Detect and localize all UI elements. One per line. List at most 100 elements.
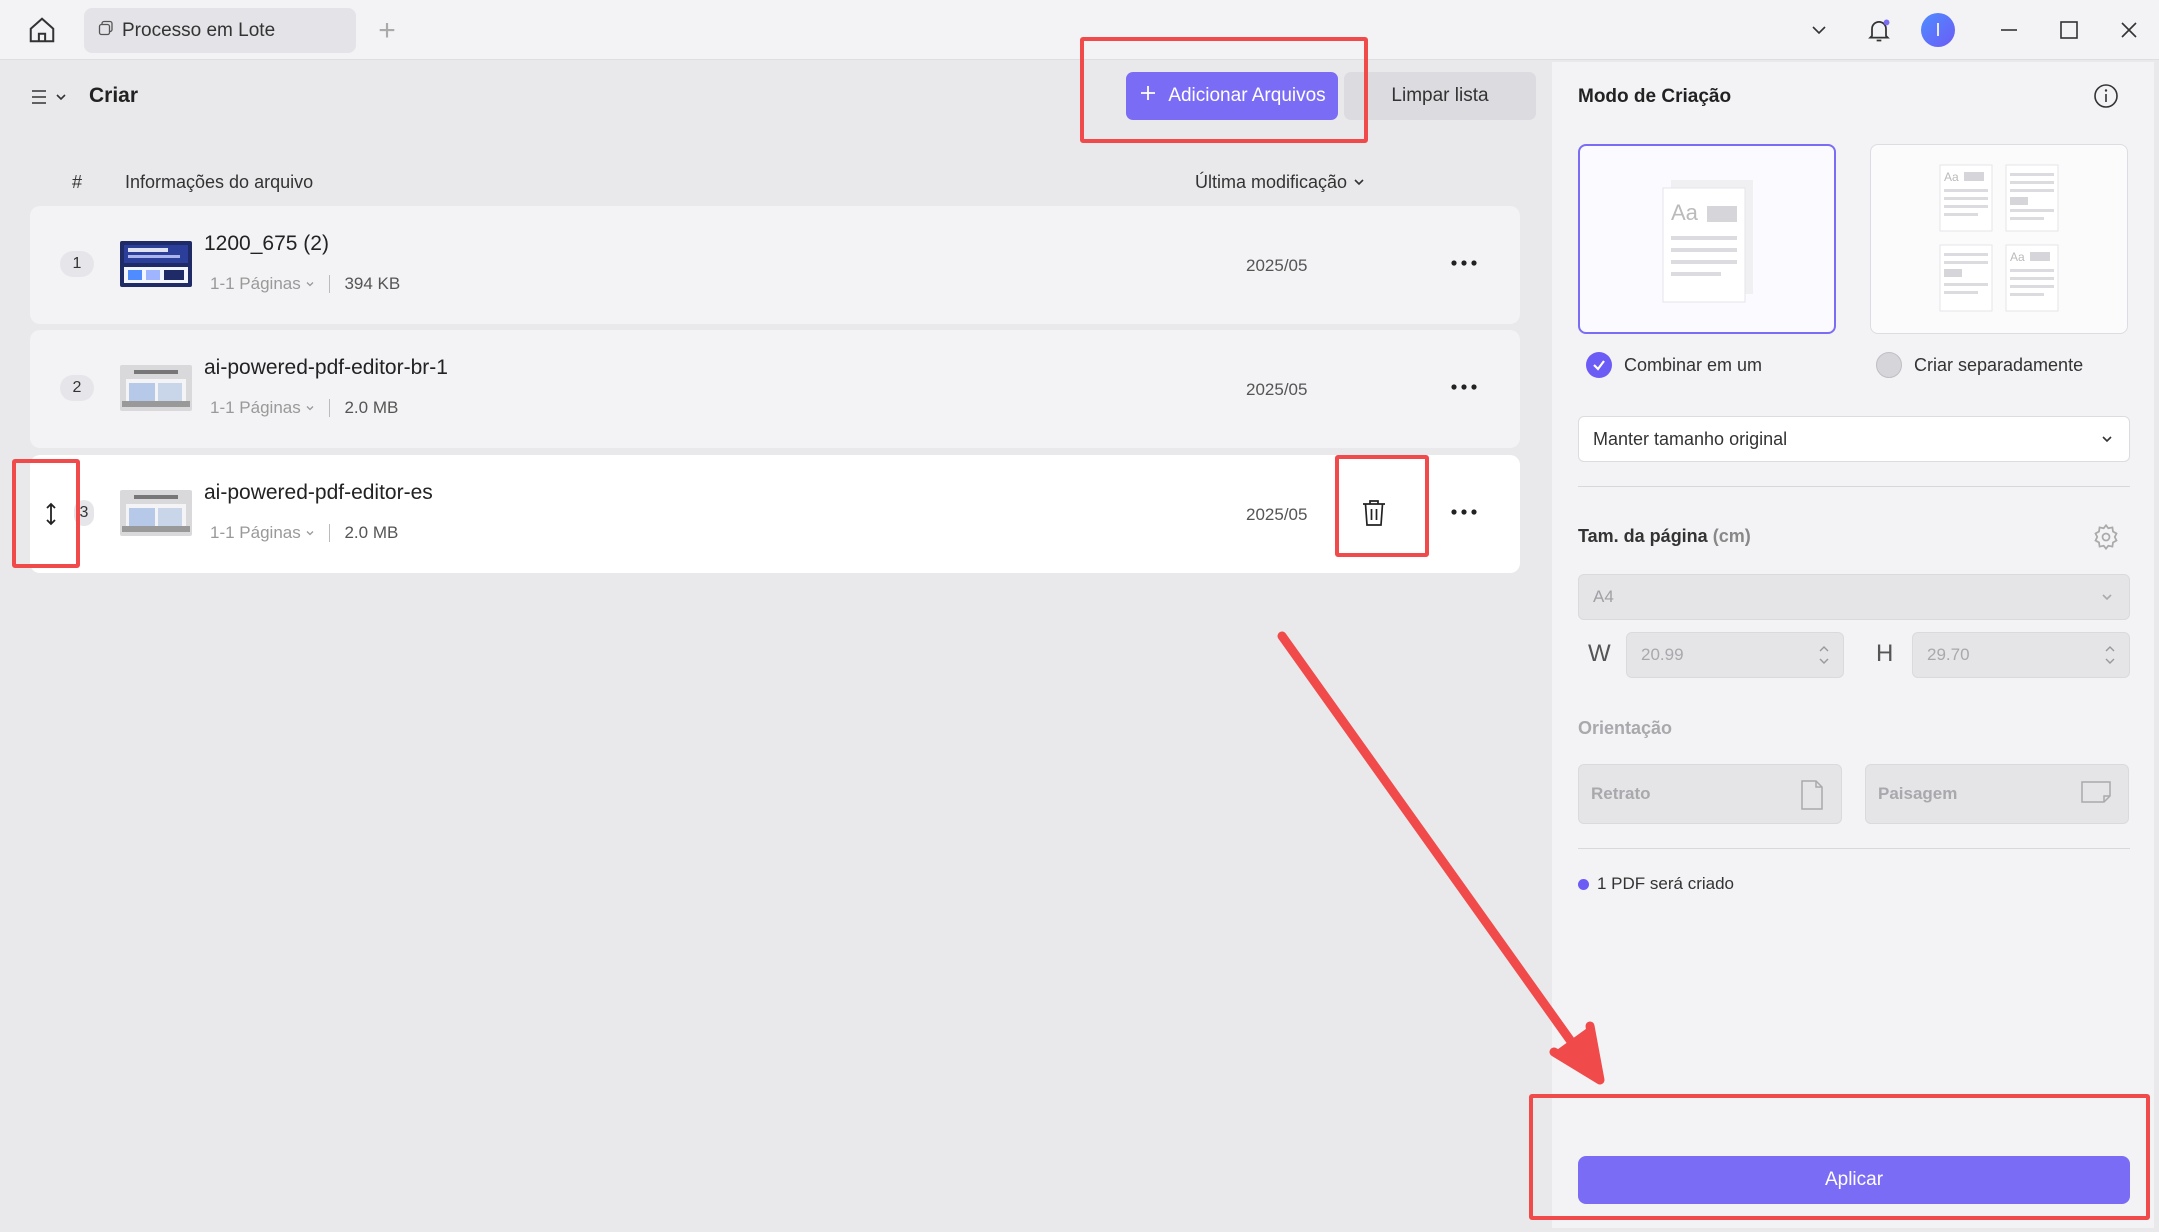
multiple-documents-icon: Aa Aa	[1939, 164, 2059, 312]
hamburger-icon	[30, 87, 50, 112]
file-row[interactable]: 1 1200_675 (2) 1-1 Páginas 394 KB 2025/0…	[30, 206, 1520, 324]
list-header: # Informações do arquivo Última modifica…	[30, 162, 1530, 202]
width-input[interactable]: 20.99	[1626, 632, 1844, 678]
page-size-value: A4	[1593, 587, 1614, 606]
separator	[329, 399, 331, 417]
single-document-icon: Aa	[1662, 180, 1753, 303]
file-name: 1200_675 (2)	[204, 232, 329, 255]
stepper-icon	[1819, 646, 1829, 664]
page-size-select[interactable]: A4	[1578, 574, 2130, 620]
plus-icon[interactable]: +	[370, 14, 404, 48]
clear-list-button[interactable]: Limpar lista	[1344, 72, 1536, 120]
checkmark-icon	[1586, 352, 1612, 378]
bell-icon[interactable]	[1857, 10, 1901, 50]
tab-icon	[98, 20, 114, 42]
width-label: W	[1588, 640, 1611, 667]
file-meta: 1-1 Páginas 2.0 MB	[210, 523, 398, 543]
page-range-label: 1-1 Páginas	[210, 274, 301, 293]
page-title: Criar	[89, 84, 139, 107]
menu-button[interactable]	[30, 84, 68, 114]
chevron-down-icon	[2102, 436, 2112, 443]
close-icon[interactable]	[2107, 10, 2151, 50]
chevron-down-icon	[54, 90, 68, 109]
file-size: 394 KB	[344, 274, 401, 293]
height-input[interactable]: 29.70	[1912, 632, 2130, 678]
separator	[329, 524, 331, 542]
svg-text:Aa: Aa	[1944, 170, 1959, 184]
svg-text:Aa: Aa	[2010, 250, 2025, 264]
column-header-modified[interactable]: Última modificação	[1195, 172, 1365, 193]
home-icon[interactable]	[22, 12, 62, 48]
avatar[interactable]: I	[1921, 13, 1955, 47]
landscape-button[interactable]: Paisagem	[1865, 764, 2129, 824]
chevron-down-icon	[1353, 172, 1365, 193]
row-number: 2	[60, 375, 94, 401]
tab-label: Processo em Lote	[122, 19, 276, 41]
drag-handle-icon[interactable]	[40, 499, 62, 529]
file-meta: 1-1 Páginas 394 KB	[210, 274, 400, 294]
row-number: 1	[60, 251, 94, 277]
more-options-icon[interactable]	[1446, 248, 1482, 278]
separate-mode-card[interactable]: Aa Aa	[1870, 144, 2128, 334]
apply-button[interactable]: Aplicar	[1578, 1156, 2130, 1204]
info-icon[interactable]	[2090, 80, 2122, 112]
gear-icon[interactable]	[2089, 520, 2123, 554]
title-bar: Processo em Lote + I	[0, 0, 2159, 60]
output-count-note: 1 PDF será criado	[1578, 874, 1734, 894]
separate-radio[interactable]: Criar separadamente	[1876, 352, 2083, 378]
settings-panel: Modo de Criação Aa Aa Aa Combinar em um …	[1552, 62, 2154, 1228]
output-count-text: 1 PDF será criado	[1597, 874, 1734, 893]
divider	[1578, 848, 2130, 849]
column-header-modified-label: Última modificação	[1195, 172, 1348, 192]
add-files-label: Adicionar Arquivos	[1168, 85, 1326, 106]
file-thumbnail	[120, 365, 192, 411]
page-range-label: 1-1 Páginas	[210, 523, 301, 542]
chevron-down-icon	[307, 282, 314, 287]
more-options-icon[interactable]	[1446, 372, 1482, 402]
trash-icon[interactable]	[1356, 493, 1392, 533]
page-size-label: Tam. da página (cm)	[1578, 526, 1751, 547]
separate-label: Criar separadamente	[1914, 354, 2084, 375]
page-range-dropdown[interactable]: 1-1 Páginas	[210, 398, 315, 418]
height-label: H	[1876, 640, 1894, 667]
file-name: ai-powered-pdf-editor-es	[204, 481, 433, 504]
file-thumbnail	[120, 490, 192, 536]
file-list-panel: Criar Adicionar Arquivos Limpar lista # …	[8, 62, 1542, 1228]
landscape-label: Paisagem	[1878, 784, 1958, 803]
file-date: 2025/05	[1246, 256, 1308, 275]
page-size-label-text: Tam. da página	[1578, 526, 1708, 546]
file-size: 2.0 MB	[344, 398, 399, 417]
file-name: ai-powered-pdf-editor-br-1	[204, 356, 448, 379]
orientation-label: Orientação	[1578, 718, 1673, 738]
chevron-down-icon	[307, 406, 314, 411]
file-row[interactable]: 3 ai-powered-pdf-editor-es 1-1 Páginas 2…	[30, 455, 1520, 573]
row-number: 3	[74, 500, 94, 526]
maximize-icon[interactable]	[2047, 10, 2091, 50]
page-range-dropdown[interactable]: 1-1 Páginas	[210, 523, 315, 543]
stepper-icon	[2105, 646, 2115, 664]
portrait-label: Retrato	[1591, 784, 1651, 803]
chevron-down-icon[interactable]	[1797, 10, 1841, 50]
minimize-icon[interactable]	[1987, 10, 2031, 50]
add-files-button[interactable]: Adicionar Arquivos	[1126, 72, 1338, 120]
portrait-button[interactable]: Retrato	[1578, 764, 1842, 824]
landscape-page-icon	[2081, 781, 2111, 803]
column-header-number: #	[72, 172, 83, 192]
height-value: 29.70	[1927, 645, 1970, 664]
width-value: 20.99	[1641, 645, 1684, 664]
portrait-page-icon	[1801, 780, 1823, 810]
file-date: 2025/05	[1246, 505, 1308, 524]
more-options-icon[interactable]	[1446, 497, 1482, 527]
bullet-dot	[1578, 878, 1589, 890]
column-header-info: Informações do arquivo	[125, 172, 314, 192]
combine-mode-card[interactable]: Aa	[1578, 144, 1836, 334]
file-date: 2025/05	[1246, 380, 1308, 399]
chevron-down-icon	[2102, 594, 2112, 601]
divider	[1578, 486, 2130, 487]
combine-radio[interactable]: Combinar em um	[1586, 352, 1762, 378]
radio-unchecked-icon	[1876, 352, 1902, 378]
page-range-dropdown[interactable]: 1-1 Páginas	[210, 274, 315, 294]
size-option-select[interactable]: Manter tamanho original	[1578, 416, 2130, 462]
file-row[interactable]: 2 ai-powered-pdf-editor-br-1 1-1 Páginas…	[30, 330, 1520, 448]
tab-batch-process[interactable]: Processo em Lote	[84, 8, 356, 53]
